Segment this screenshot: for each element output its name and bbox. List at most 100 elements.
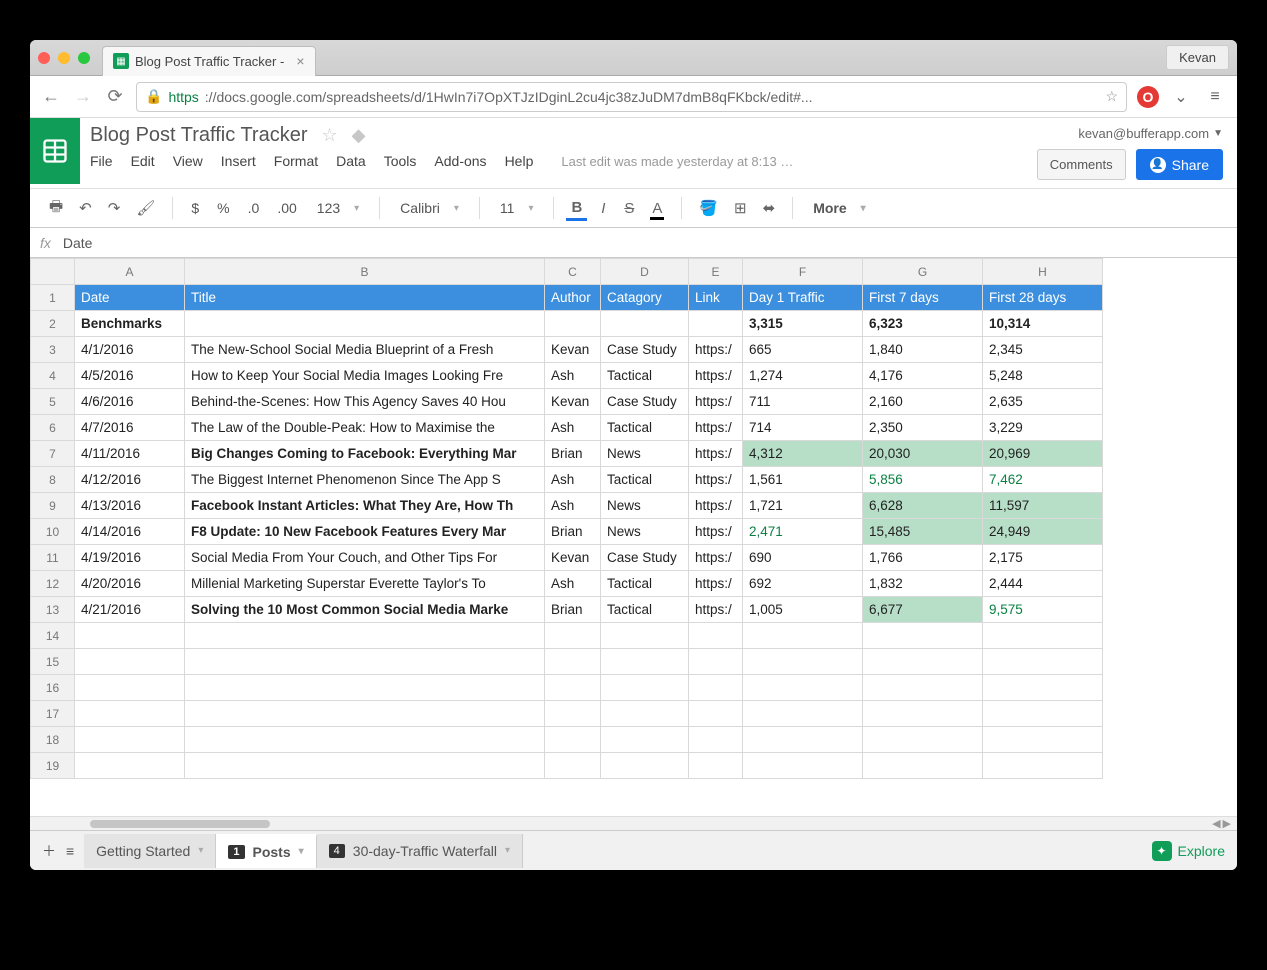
row-header[interactable]: 12 <box>31 571 75 597</box>
cell[interactable]: https:/ <box>689 415 743 441</box>
col-header-C[interactable]: C <box>545 259 601 285</box>
row-header[interactable]: 1 <box>31 285 75 311</box>
address-bar[interactable]: 🔒 https://docs.google.com/spreadsheets/d… <box>136 82 1127 112</box>
sheet-tab[interactable]: 1Posts▾ <box>216 834 316 868</box>
cell[interactable]: 9,575 <box>983 597 1103 623</box>
cell[interactable]: 1,840 <box>863 337 983 363</box>
comments-button[interactable]: Comments <box>1037 149 1126 180</box>
strikethrough-button[interactable]: S <box>619 196 639 221</box>
header-cell[interactable]: First 28 days <box>983 285 1103 311</box>
cell[interactable]: https:/ <box>689 519 743 545</box>
cell[interactable] <box>545 649 601 675</box>
cell[interactable]: 3,315 <box>743 311 863 337</box>
share-button[interactable]: 👤Share <box>1136 149 1223 180</box>
header-cell[interactable]: Catagory <box>601 285 689 311</box>
cell[interactable] <box>983 701 1103 727</box>
decrease-decimal[interactable]: .0 <box>242 196 266 220</box>
back-button[interactable]: ← <box>40 86 62 107</box>
scroll-left-icon[interactable]: ◀ <box>1212 817 1220 830</box>
menu-file[interactable]: File <box>90 153 113 169</box>
cell[interactable]: 6,323 <box>863 311 983 337</box>
cell[interactable] <box>743 623 863 649</box>
cell[interactable]: 4/13/2016 <box>75 493 185 519</box>
sheet-tab[interactable]: 430-day-Traffic Waterfall▾ <box>317 834 523 868</box>
cell[interactable]: Tactical <box>601 467 689 493</box>
cell[interactable] <box>601 701 689 727</box>
cell[interactable] <box>983 649 1103 675</box>
cell[interactable]: Ash <box>545 363 601 389</box>
cell[interactable] <box>185 701 545 727</box>
fill-color-button[interactable]: 🪣 <box>694 195 723 221</box>
col-header-G[interactable]: G <box>863 259 983 285</box>
scroll-thumb[interactable] <box>90 820 270 828</box>
cell[interactable]: 1,721 <box>743 493 863 519</box>
undo-icon[interactable]: ↶ <box>74 195 97 221</box>
cell[interactable]: Ash <box>545 467 601 493</box>
cell[interactable] <box>185 753 545 779</box>
cell[interactable] <box>863 623 983 649</box>
cell[interactable]: https:/ <box>689 597 743 623</box>
cell[interactable] <box>743 727 863 753</box>
cell[interactable]: 6,628 <box>863 493 983 519</box>
increase-decimal[interactable]: .00 <box>271 196 302 220</box>
print-icon[interactable]: 🖶 <box>44 192 68 225</box>
pocket-extension-icon[interactable]: ⌄ <box>1169 85 1193 109</box>
cell[interactable]: 20,969 <box>983 441 1103 467</box>
cell[interactable]: https:/ <box>689 467 743 493</box>
cell[interactable] <box>863 753 983 779</box>
chevron-down-icon[interactable]: ▾ <box>198 845 203 856</box>
col-header-F[interactable]: F <box>743 259 863 285</box>
row-header[interactable]: 11 <box>31 545 75 571</box>
cell[interactable]: 4/14/2016 <box>75 519 185 545</box>
cell[interactable]: Big Changes Coming to Facebook: Everythi… <box>185 441 545 467</box>
cell[interactable]: 3,229 <box>983 415 1103 441</box>
cell[interactable]: 11,597 <box>983 493 1103 519</box>
cell[interactable]: 2,635 <box>983 389 1103 415</box>
browser-tab[interactable]: ▦ Blog Post Traffic Tracker - × <box>102 46 316 76</box>
cell[interactable]: Facebook Instant Articles: What They Are… <box>185 493 545 519</box>
cell[interactable]: The New-School Social Media Blueprint of… <box>185 337 545 363</box>
font-size-dropdown[interactable]: 11▾ <box>492 196 542 220</box>
menu-add-ons[interactable]: Add-ons <box>434 153 486 169</box>
chrome-menu-icon[interactable]: ≡ <box>1203 85 1227 109</box>
cell[interactable] <box>863 649 983 675</box>
cell[interactable]: 4/19/2016 <box>75 545 185 571</box>
cell[interactable] <box>983 623 1103 649</box>
row-header[interactable]: 3 <box>31 337 75 363</box>
cell[interactable]: 4/7/2016 <box>75 415 185 441</box>
cell[interactable] <box>689 675 743 701</box>
close-window-icon[interactable] <box>38 52 50 64</box>
row-header[interactable]: 16 <box>31 675 75 701</box>
cell[interactable]: 5,856 <box>863 467 983 493</box>
cell[interactable]: 2,160 <box>863 389 983 415</box>
cell[interactable]: 1,766 <box>863 545 983 571</box>
cell[interactable] <box>743 675 863 701</box>
explore-button[interactable]: ✦ Explore <box>1152 841 1225 861</box>
col-header-H[interactable]: H <box>983 259 1103 285</box>
cell[interactable] <box>601 727 689 753</box>
cell[interactable] <box>863 701 983 727</box>
chevron-down-icon[interactable]: ▾ <box>299 846 304 857</box>
header-cell[interactable]: Author <box>545 285 601 311</box>
cell[interactable] <box>601 649 689 675</box>
row-header[interactable]: 13 <box>31 597 75 623</box>
redo-icon[interactable]: ↷ <box>103 195 126 221</box>
cell[interactable] <box>601 311 689 337</box>
move-to-drive-icon[interactable]: ◆ <box>352 125 366 146</box>
cell[interactable]: Brian <box>545 441 601 467</box>
cell[interactable] <box>601 753 689 779</box>
cell[interactable] <box>75 701 185 727</box>
cell[interactable]: https:/ <box>689 389 743 415</box>
cell[interactable] <box>743 701 863 727</box>
row-header[interactable]: 5 <box>31 389 75 415</box>
cell[interactable]: 4/6/2016 <box>75 389 185 415</box>
cell[interactable]: 2,444 <box>983 571 1103 597</box>
cell[interactable]: Tactical <box>601 571 689 597</box>
header-cell[interactable]: Title <box>185 285 545 311</box>
header-cell[interactable]: First 7 days <box>863 285 983 311</box>
cell[interactable] <box>75 753 185 779</box>
cell[interactable] <box>545 753 601 779</box>
cell[interactable]: 6,677 <box>863 597 983 623</box>
cell[interactable] <box>863 675 983 701</box>
cell[interactable] <box>689 753 743 779</box>
